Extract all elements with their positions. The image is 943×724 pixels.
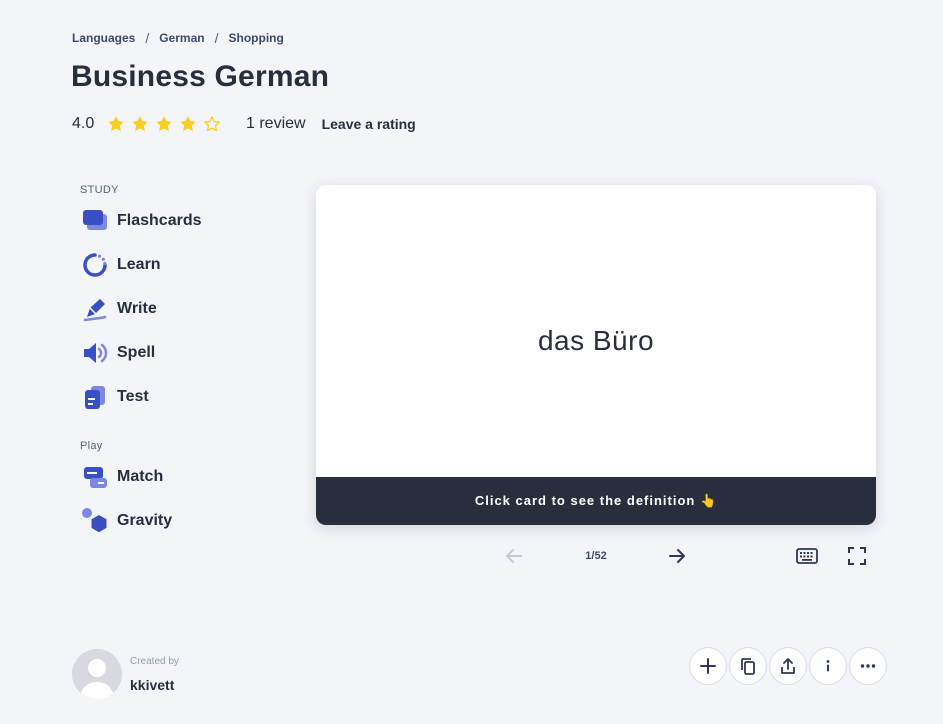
- star-filled-icon: [132, 116, 148, 132]
- sidebar-item-gravity[interactable]: Gravity: [80, 506, 172, 536]
- sidebar-item-label: Spell: [117, 344, 156, 361]
- created-by-label: Created by: [130, 656, 179, 667]
- sidebar-item-test[interactable]: Test: [80, 382, 149, 412]
- breadcrumb-shopping[interactable]: Shopping: [229, 31, 284, 45]
- fullscreen-button[interactable]: [843, 543, 871, 569]
- rating-stars[interactable]: [106, 114, 222, 134]
- sidebar-item-flashcards[interactable]: Flashcards: [80, 206, 201, 236]
- avatar[interactable]: [72, 649, 122, 699]
- sidebar-item-label: Match: [117, 468, 164, 485]
- plus-icon: [700, 658, 716, 674]
- breadcrumb-separator: /: [214, 30, 219, 46]
- sidebar-item-write[interactable]: Write: [80, 294, 157, 324]
- card-counter: 1/52: [585, 550, 607, 562]
- sidebar-item-label: Write: [117, 300, 157, 317]
- more-horizontal-icon: [860, 664, 876, 668]
- flashcard[interactable]: das Büro Click card to see the definitio…: [316, 185, 876, 525]
- star-empty-icon: [204, 116, 220, 132]
- breadcrumb-separator: /: [145, 30, 150, 46]
- previous-card-button[interactable]: [500, 543, 528, 569]
- learn-icon: [80, 250, 110, 280]
- study-heading: STUDY: [80, 184, 119, 196]
- spell-icon: [80, 338, 110, 368]
- star-filled-icon: [156, 116, 172, 132]
- match-icon: [80, 462, 110, 492]
- star-filled-icon: [180, 116, 196, 132]
- breadcrumb-languages[interactable]: Languages: [72, 31, 135, 45]
- play-heading: Play: [80, 440, 103, 452]
- rating-value: 4.0: [72, 115, 95, 132]
- sidebar-item-label: Flashcards: [117, 212, 202, 229]
- flashcard-hint: Click card to see the definition 👆: [316, 477, 876, 525]
- flashcard-term: das Büro: [537, 325, 655, 356]
- add-to-folder-button[interactable]: [689, 647, 727, 685]
- more-options-button[interactable]: [849, 647, 887, 685]
- next-card-button[interactable]: [663, 543, 691, 569]
- copy-set-button[interactable]: [729, 647, 767, 685]
- gravity-icon: [80, 506, 110, 536]
- breadcrumb: Languages / German / Shopping: [72, 30, 284, 46]
- share-icon: [781, 658, 795, 674]
- fullscreen-icon: [848, 547, 866, 565]
- arrow-left-icon: [506, 549, 522, 563]
- test-icon: [80, 382, 110, 412]
- info-button[interactable]: [809, 647, 847, 685]
- sidebar-item-spell[interactable]: Spell: [80, 338, 155, 368]
- copy-icon: [741, 658, 755, 675]
- keyboard-icon: [796, 548, 818, 564]
- review-count: 1 review: [246, 115, 306, 132]
- keyboard-shortcuts-button[interactable]: [793, 543, 821, 569]
- leave-rating-link[interactable]: Leave a rating: [322, 116, 416, 132]
- sidebar-item-label: Learn: [117, 256, 161, 273]
- write-icon: [80, 294, 110, 324]
- sidebar-item-label: Gravity: [117, 512, 173, 529]
- breadcrumb-german[interactable]: German: [159, 31, 204, 45]
- page-title: Business German: [71, 60, 330, 93]
- sidebar-item-label: Test: [117, 388, 149, 405]
- arrow-right-icon: [669, 549, 685, 563]
- rating-row: 4.0 1 review Leave a rating: [72, 113, 416, 135]
- sidebar-item-match[interactable]: Match: [80, 462, 163, 492]
- star-filled-icon: [108, 116, 124, 132]
- sidebar-item-learn[interactable]: Learn: [80, 250, 161, 280]
- info-icon: [826, 660, 830, 672]
- creator-username[interactable]: kkivett: [130, 677, 174, 693]
- user-silhouette-icon: [80, 659, 114, 699]
- flashcards-icon: [80, 206, 110, 236]
- share-button[interactable]: [769, 647, 807, 685]
